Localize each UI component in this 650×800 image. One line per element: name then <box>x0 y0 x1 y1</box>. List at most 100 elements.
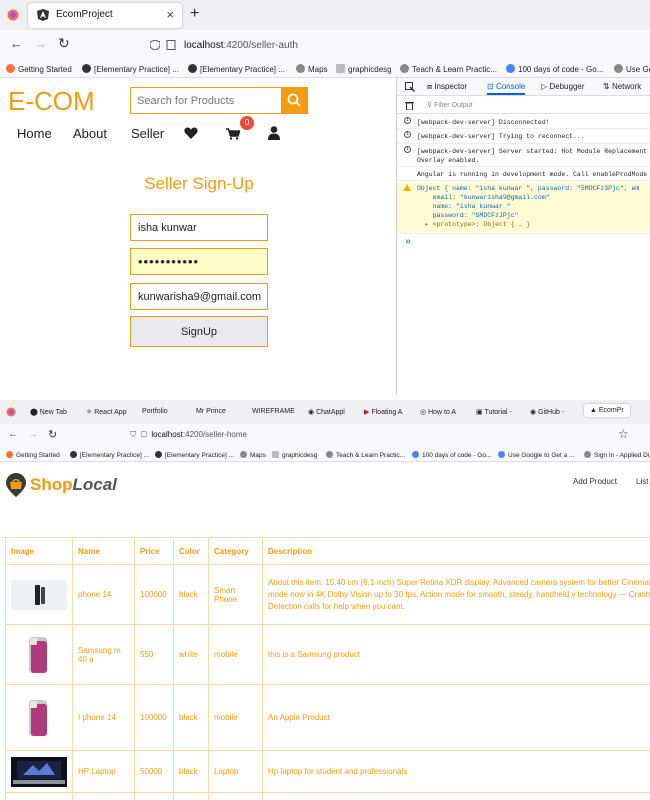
browser-tab[interactable]: EcomProject × <box>28 3 182 28</box>
column-header: Category <box>208 537 263 565</box>
product-category: Smart Phone <box>208 564 263 625</box>
address-bar[interactable]: ⛉ ▢ localhost:4200/seller-home <box>130 430 247 440</box>
shield-icon <box>150 40 160 50</box>
brand-logo[interactable]: E-COM <box>8 86 95 117</box>
back-icon[interactable]: ← <box>8 429 18 440</box>
product-price: 100000 <box>134 684 174 751</box>
tab-console[interactable]: ⊡ Console <box>487 82 526 95</box>
bookmark-item[interactable]: Getting Started <box>6 451 60 459</box>
bookmark-item[interactable]: graphicdesg <box>336 64 392 74</box>
table-row[interactable]: I phone 14 100000 black mobile An Apple … <box>5 684 650 751</box>
nav-about[interactable]: About <box>73 126 107 141</box>
tab-title: EcomProject <box>56 9 113 20</box>
product-name: Samsung m 40 a <box>72 624 135 685</box>
star-icon[interactable]: ☆ <box>618 427 629 441</box>
browser-tab[interactable]: ⬤ New Tab <box>30 408 67 416</box>
browser-tab[interactable]: ◉ GitHub - <box>530 408 564 416</box>
reload-icon[interactable]: ↻ <box>48 428 57 441</box>
bookmark-item[interactable]: [Elementary Practice] ... <box>82 64 179 74</box>
nav-seller[interactable]: Seller <box>131 126 164 141</box>
back-icon[interactable]: ← <box>10 36 23 51</box>
angular-icon <box>37 9 49 21</box>
nav-home[interactable]: Home <box>17 126 52 141</box>
tab-debugger[interactable]: ▷ Debugger <box>541 82 585 91</box>
bookmark-item[interactable]: [Elementary Practice] ... <box>70 451 149 459</box>
cart-icon[interactable] <box>226 128 240 140</box>
signup-button[interactable]: SignUp <box>130 316 268 347</box>
browser-tab[interactable]: ◉ ChatAppl <box>308 408 345 416</box>
bookmark-item[interactable]: Use Go <box>614 64 650 74</box>
nav-add-product[interactable]: Add Product <box>573 477 617 486</box>
new-tab-icon[interactable]: + <box>190 5 199 23</box>
bookmark-item[interactable]: Getting Started <box>6 64 72 74</box>
bookmark-item[interactable]: graphicdesg <box>272 451 317 459</box>
firefox-icon <box>6 407 16 417</box>
bookmark-item[interactable]: Teach & Learn Practic... <box>326 451 405 459</box>
product-category: mobile <box>208 624 263 685</box>
bookmark-item[interactable]: [Elementary Practice] ... <box>155 451 234 459</box>
search-icon <box>287 93 301 107</box>
phone-image <box>11 579 67 610</box>
product-image-cell <box>5 684 73 751</box>
heart-icon[interactable] <box>184 127 198 139</box>
table-row[interactable] <box>5 792 650 800</box>
forward-icon[interactable]: → <box>28 429 38 440</box>
console-log: i [webpack-dev-server] Server started: Ho… <box>397 145 650 167</box>
seller-home-screenshot: ⬤ New Tab ⚛ React App Portfolio Mr Princ… <box>0 400 650 800</box>
page-icon: ▢ <box>140 430 147 439</box>
browser-tab[interactable]: ⚛ React App <box>86 408 127 416</box>
info-icon: i <box>404 146 411 153</box>
picker-icon[interactable] <box>405 82 415 92</box>
bookmark-item[interactable]: 100 days of code - Go... <box>506 64 603 74</box>
nav-list[interactable]: List <box>636 477 648 486</box>
search-button[interactable] <box>281 88 307 113</box>
email-field[interactable] <box>130 283 268 310</box>
table-row[interactable]: HP Laptop 50000 black Laptop Hp laptop f… <box>5 750 650 793</box>
console-log: Angular is running in development mode. … <box>397 168 650 181</box>
table-row[interactable]: phone 14 100000 black Smart Phone About … <box>5 564 650 625</box>
password-field[interactable] <box>130 248 268 275</box>
bookmark-item[interactable]: Teach & Learn Practic... <box>400 64 497 74</box>
trash-icon[interactable] <box>405 101 414 110</box>
bookmark-item[interactable]: Maps <box>240 451 266 459</box>
console-log: i [webpack-dev-server] Disconnected! <box>397 116 650 129</box>
bookmark-item[interactable]: [Elementary Practice] ... <box>188 64 285 74</box>
table-row[interactable]: Samsung m 40 a 550 white mobile this is … <box>5 624 650 685</box>
bookmark-item[interactable]: Maps <box>296 64 328 74</box>
product-category: mobile <box>208 684 263 751</box>
console-prompt[interactable]: » <box>405 237 411 248</box>
bookmark-item[interactable]: Sign In - Applied Di <box>584 451 649 459</box>
column-header: Name <box>72 537 135 565</box>
product-color: black <box>173 684 209 751</box>
browser-tab[interactable]: ▣ Tutorial - <box>476 408 512 416</box>
search-input[interactable] <box>131 88 281 113</box>
browser-tab[interactable]: ▶ Floating A <box>364 408 402 416</box>
browser-tab-active[interactable]: ▲ EcomPr <box>584 404 630 417</box>
product-image-cell <box>5 624 73 685</box>
tab-inspector[interactable]: ⧈ Inspector <box>427 82 467 92</box>
bookmark-item[interactable]: 100 days of code - Go... <box>412 451 491 459</box>
product-category: Laptop <box>208 750 263 793</box>
console-object-log[interactable]: Object { name: "isha kunwar ", password:… <box>397 182 650 234</box>
page-icon <box>166 40 176 50</box>
column-header: Image <box>5 537 73 565</box>
user-icon[interactable] <box>268 126 280 140</box>
reload-icon[interactable]: ↻ <box>58 35 70 52</box>
tab-network[interactable]: ⇅ Network <box>603 82 641 91</box>
forward-icon[interactable]: → <box>34 36 47 51</box>
filter-output-input[interactable]: ⊽ Filter Output <box>427 101 473 109</box>
product-price: 50000 <box>134 750 174 793</box>
browser-tab[interactable]: ◎ How to A <box>420 408 456 416</box>
product-description: An Apple Product <box>262 684 650 751</box>
address-bar[interactable]: localhost:4200/seller-auth <box>150 34 650 56</box>
ecom-app: E-COM Home About Seller 0 Seller Sign-Up… <box>0 78 395 395</box>
bookmark-item[interactable]: Use Google to Get a ... <box>498 451 574 459</box>
browser-tab[interactable]: WIREFRAME <box>252 408 295 415</box>
shoplocal-brand[interactable]: ShopLocal <box>30 475 117 495</box>
name-field[interactable] <box>130 214 268 241</box>
close-tab-icon[interactable]: × <box>166 7 174 22</box>
browser-tab[interactable]: Portfolio <box>142 408 168 415</box>
phone-image <box>29 636 47 673</box>
browser-tab[interactable]: Mr Prince <box>196 408 226 415</box>
browser-tab-bar: EcomProject × + <box>0 0 650 30</box>
